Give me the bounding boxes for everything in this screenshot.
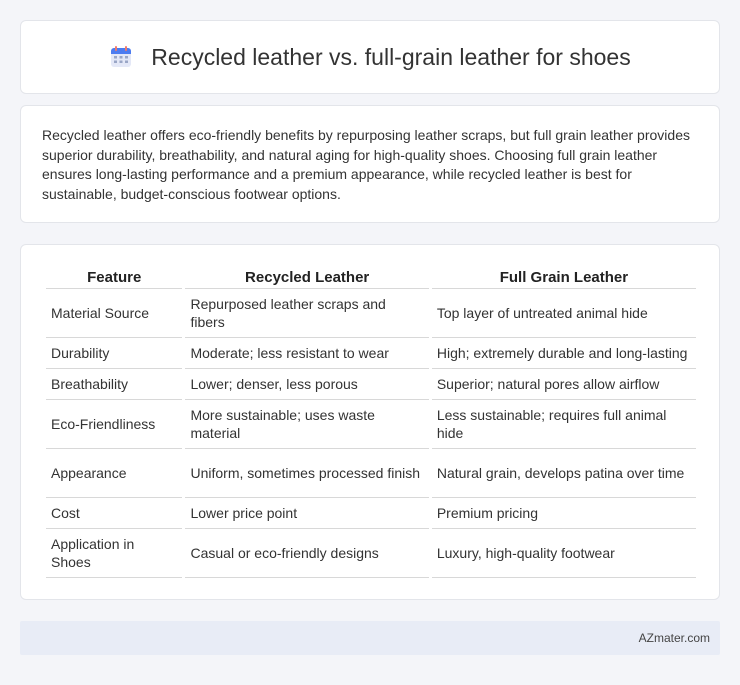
table-row: Durability Moderate; less resistant to w… [46,338,696,369]
column-header: Recycled Leather [185,267,429,289]
table-cell: Casual or eco-friendly designs [185,529,429,578]
table-cell: Lower price point [185,498,429,529]
table-cell: High; extremely durable and long-lasting [431,338,696,369]
table-cell: Luxury, high-quality footwear [431,529,696,578]
table-cell: Cost [46,498,183,529]
table-cell: Application in Shoes [46,529,183,578]
intro-text: Recycled leather offers eco-friendly ben… [42,127,690,202]
title-card: Recycled leather vs. full-grain leather … [20,20,720,94]
table-cell: Superior; natural pores allow airflow [431,369,696,400]
table-row: Application in Shoes Casual or eco-frien… [46,529,696,578]
table-row: Eco-Friendliness More sustainable; uses … [46,400,696,449]
table-cell: Appearance [46,449,183,498]
calendar-icon [109,45,133,69]
comparison-table: Feature Recycled Leather Full Grain Leat… [43,267,699,578]
page-title: Recycled leather vs. full-grain leather … [151,43,631,70]
table-cell: Breathability [46,369,183,400]
table-cell: Uniform, sometimes processed finish [185,449,429,498]
intro-card: Recycled leather offers eco-friendly ben… [20,105,720,223]
footer: AZmater.com [20,621,720,655]
table-cell: Premium pricing [431,498,696,529]
table-row: Cost Lower price point Premium pricing [46,498,696,529]
column-header: Full Grain Leather [431,267,696,289]
table-cell: Less sustainable; requires full animal h… [431,400,696,449]
table-cell: More sustainable; uses waste material [185,400,429,449]
table-header-row: Feature Recycled Leather Full Grain Leat… [46,267,696,289]
table-cell: Moderate; less resistant to wear [185,338,429,369]
table-cell: Repurposed leather scraps and fibers [185,289,429,338]
table-cell: Top layer of untreated animal hide [431,289,696,338]
table-row: Material Source Repurposed leather scrap… [46,289,696,338]
table-cell: Eco-Friendliness [46,400,183,449]
table-row: Breathability Lower; denser, less porous… [46,369,696,400]
table-cell: Lower; denser, less porous [185,369,429,400]
column-header: Feature [46,267,183,289]
comparison-table-card: Feature Recycled Leather Full Grain Leat… [20,244,720,600]
footer-brand[interactable]: AZmater.com [639,631,710,645]
table-cell: Material Source [46,289,183,338]
table-cell: Durability [46,338,183,369]
table-cell: Natural grain, develops patina over time [431,449,696,498]
table-row: Appearance Uniform, sometimes processed … [46,449,696,498]
